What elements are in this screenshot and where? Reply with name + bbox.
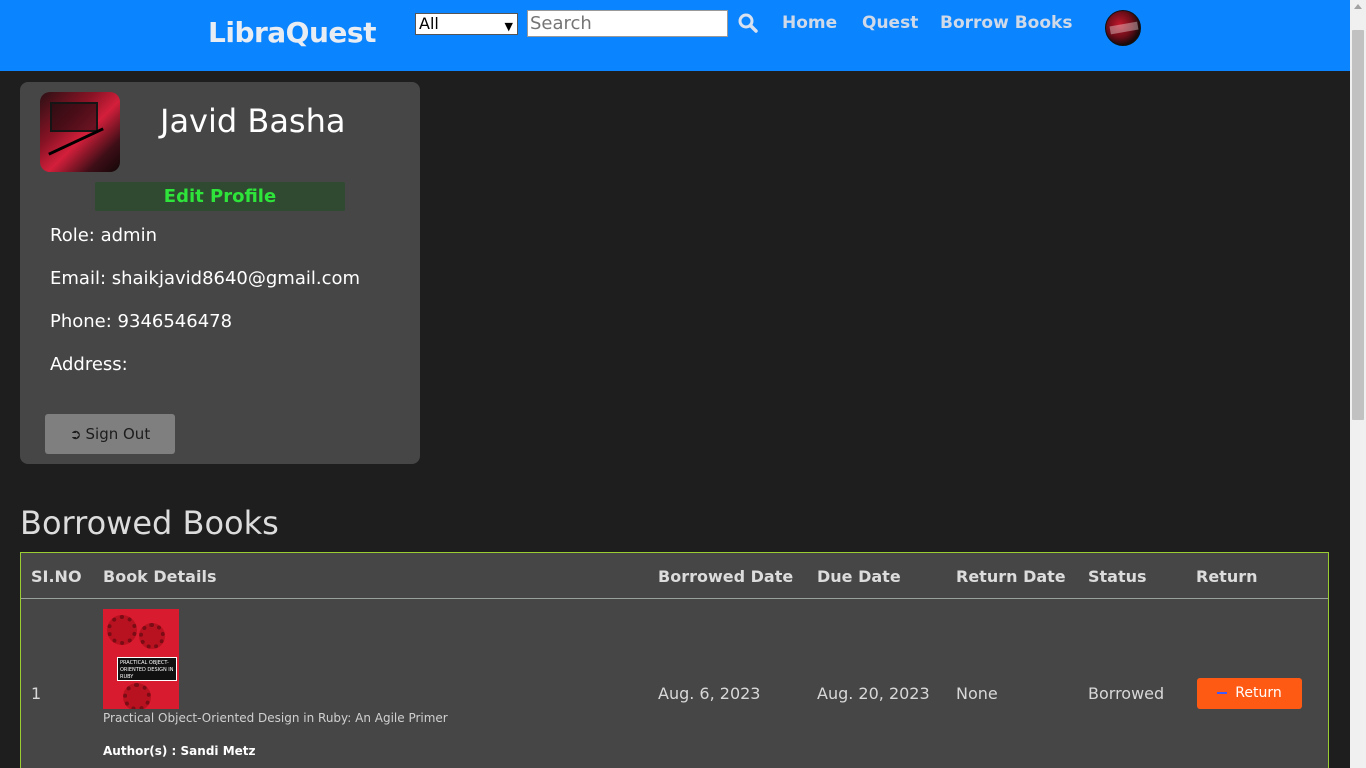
column-header-return: Return [1196,567,1258,586]
category-select[interactable]: All ▼ [415,13,518,35]
profile-avatar [40,92,120,172]
return-button[interactable]: Return [1197,678,1302,709]
category-select-value: All [419,14,439,33]
cover-gear-shape [123,683,151,709]
sign-out-label: Sign Out [85,425,151,443]
profile-address: Address: [50,354,128,375]
column-header-return-date: Return Date [956,567,1066,586]
row-sino: 1 [31,684,42,703]
sign-out-icon: ➲ [69,427,82,443]
nav-borrow-books-link[interactable]: Borrow Books [940,13,1072,33]
row-due-date: Aug. 20, 2023 [817,684,930,703]
book-title-link[interactable]: Practical Object-Oriented Design in Ruby… [103,711,448,725]
sign-out-button[interactable]: ➲ Sign Out [45,414,175,454]
chevron-down-icon: ▼ [504,20,513,33]
row-return-date: None [956,684,998,703]
page-scrollbar[interactable] [1350,0,1366,768]
profile-email: Email: shaikjavid8640@gmail.com [50,268,361,289]
search-input[interactable] [527,10,728,37]
search-icon[interactable] [738,13,758,33]
profile-card: Javid Basha Edit Profile Role: admin Ema… [20,82,420,464]
row-borrowed-date: Aug. 6, 2023 [658,684,761,703]
column-header-due-date: Due Date [817,567,901,586]
minus-icon [1217,692,1228,694]
borrowed-books-title: Borrowed Books [20,504,279,542]
borrowed-books-table: SI.NO Book Details Borrowed Date Due Dat… [20,552,1329,768]
nav-quest-link[interactable]: Quest [862,13,918,33]
user-avatar[interactable] [1105,10,1141,46]
edit-profile-button[interactable]: Edit Profile [95,182,345,211]
column-header-book-details: Book Details [103,567,217,586]
book-authors: Author(s) : Sandi Metz [103,744,256,758]
profile-phone: Phone: 9346546478 [50,311,233,332]
return-button-label: Return [1235,685,1282,701]
column-header-status: Status [1088,567,1147,586]
brand-logo[interactable]: LibraQuest [208,16,376,49]
profile-name: Javid Basha [160,102,346,140]
cover-gear-shape [139,623,165,649]
cover-title-text: PRACTICAL OBJECT-ORIENTED DESIGN IN RUBY [117,657,177,681]
column-header-sino: SI.NO [31,567,82,586]
profile-role: Role: admin [50,225,157,246]
column-header-borrowed-date: Borrowed Date [658,567,794,586]
scroll-up-icon[interactable] [1354,4,1362,9]
top-navbar: LibraQuest All ▼ Home Quest Borrow Books [0,0,1350,71]
book-cover-image[interactable]: PRACTICAL OBJECT-ORIENTED DESIGN IN RUBY [103,609,179,709]
scrollbar-thumb[interactable] [1352,30,1364,420]
row-status: Borrowed [1088,684,1165,703]
cover-gear-shape [107,615,137,645]
nav-home-link[interactable]: Home [782,13,837,33]
table-header-row: SI.NO Book Details Borrowed Date Due Dat… [21,553,1328,599]
